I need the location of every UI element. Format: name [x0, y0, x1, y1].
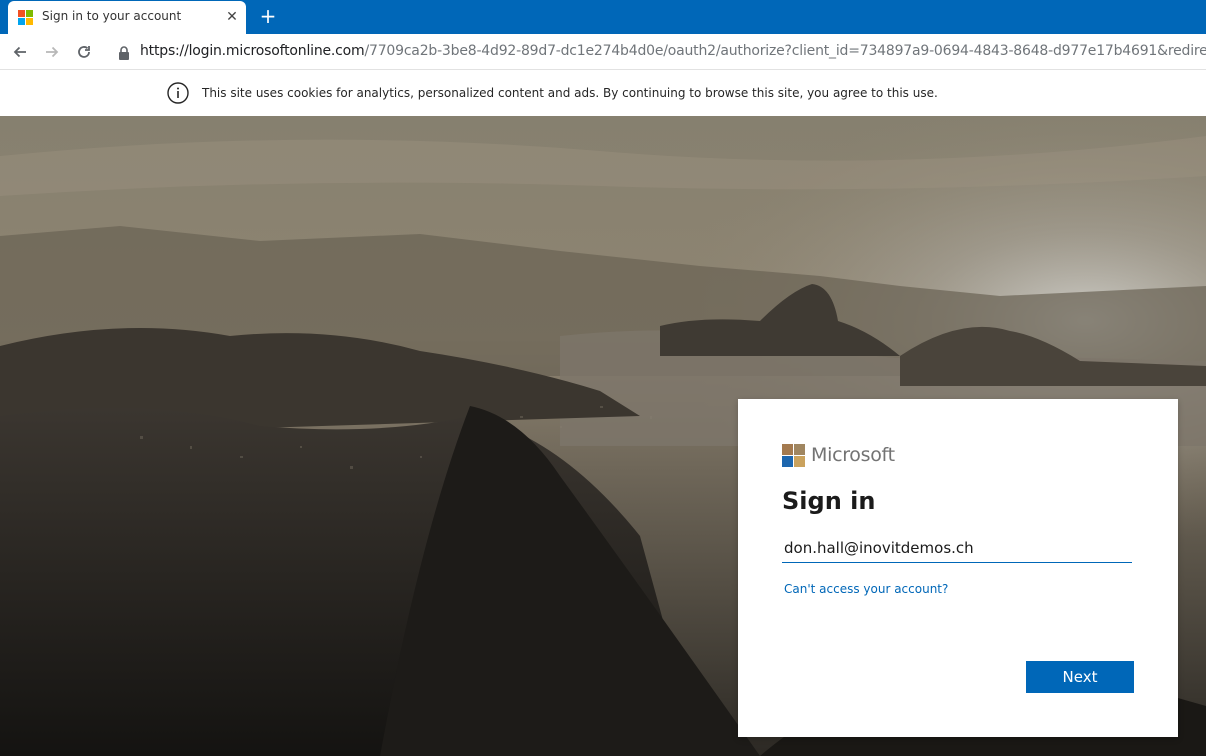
reload-icon[interactable] [74, 42, 94, 62]
url-host: https://login.microsoftonline.com [140, 43, 365, 59]
microsoft-favicon-icon [18, 10, 34, 26]
lock-icon[interactable] [118, 45, 130, 60]
close-tab-icon[interactable]: ✕ [224, 9, 240, 25]
browser-tab[interactable]: Sign in to your account ✕ [8, 1, 246, 34]
new-tab-button[interactable]: + [258, 6, 278, 26]
page-title: Sign in [782, 487, 876, 515]
tab-title: Sign in to your account [42, 9, 182, 23]
microsoft-logo-icon [782, 443, 805, 467]
cookie-banner-text: This site uses cookies for analytics, pe… [202, 86, 938, 100]
url-path: /7709ca2b-3be8-4d92-89d7-dc1e274b4d0e/oa… [364, 43, 1206, 59]
next-button[interactable]: Next [1026, 661, 1134, 693]
email-field[interactable] [782, 533, 1132, 563]
info-icon [167, 82, 189, 104]
cant-access-account-link[interactable]: Can't access your account? [784, 582, 948, 596]
cookie-banner: This site uses cookies for analytics, pe… [0, 70, 1206, 116]
browser-tab-strip: Sign in to your account ✕ + [0, 0, 1206, 34]
microsoft-wordmark: Microsoft [811, 444, 895, 466]
back-arrow-icon[interactable] [10, 42, 30, 62]
signin-card: Microsoft Sign in Can't access your acco… [738, 399, 1178, 737]
browser-toolbar: https://login.microsoftonline.com/7709ca… [0, 34, 1206, 70]
forward-arrow-icon[interactable] [42, 42, 62, 62]
microsoft-logo: Microsoft [782, 443, 895, 467]
address-bar[interactable]: https://login.microsoftonline.com/7709ca… [140, 43, 1206, 59]
